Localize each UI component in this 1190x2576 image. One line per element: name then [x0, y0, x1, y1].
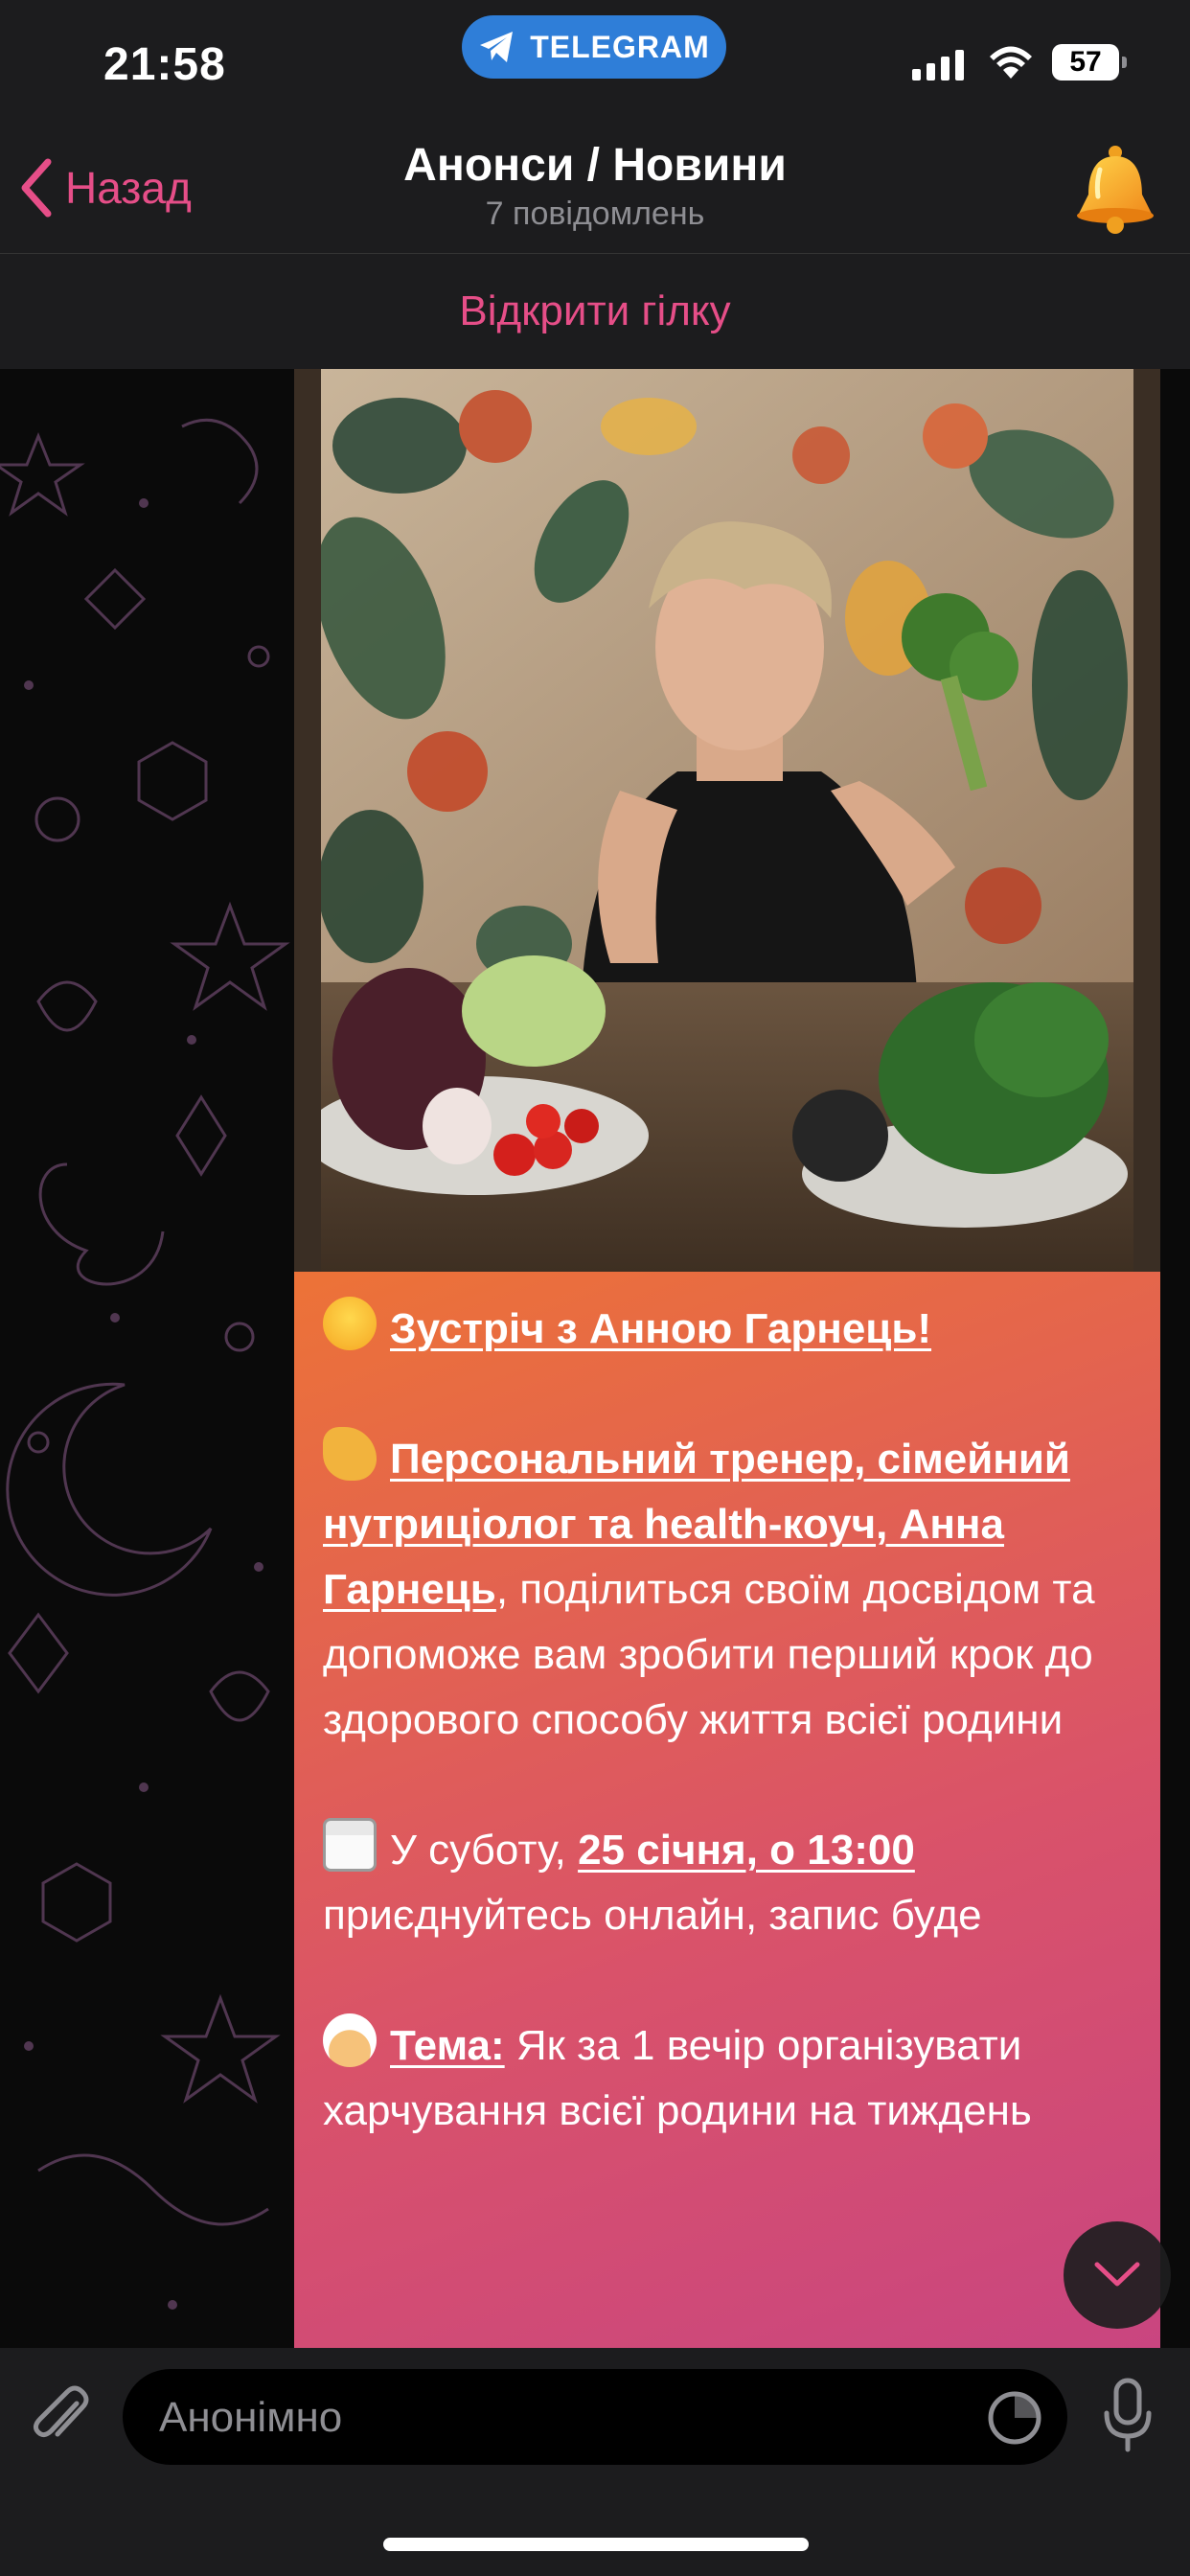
star-struck-emoji-icon: [323, 1297, 377, 1350]
signal-icon: [912, 48, 964, 80]
event-title-link[interactable]: Зустріч з Анною Гарнець!: [390, 1305, 931, 1352]
battery-level: 57: [1069, 46, 1102, 78]
open-thread-label: Відкрити гілку: [459, 288, 731, 334]
mic-icon[interactable]: [1102, 2377, 1154, 2453]
chat-area[interactable]: Зустріч з Анною Гарнець! Персональний тр…: [0, 369, 1190, 2348]
battery-icon: 57: [1052, 44, 1127, 80]
chevron-down-icon: [1094, 2262, 1140, 2287]
chat-title-area[interactable]: Анонси / Новини 7 повідомлень: [0, 139, 1190, 233]
wallpaper-doodles: [0, 418, 290, 2310]
attach-icon[interactable]: [29, 2382, 92, 2450]
telegram-pill[interactable]: TELEGRAM: [462, 15, 726, 79]
message-text: Зустріч з Анною Гарнець! Персональний тр…: [323, 1297, 1137, 2209]
bell-icon[interactable]: [1069, 141, 1161, 237]
wifi-icon: [990, 46, 1032, 79]
telegram-icon: [480, 32, 514, 62]
chat-header: Назад Анонси / Новини 7 повідомлень: [0, 129, 1190, 254]
status-bar: 21:58 TELEGRAM 57: [0, 0, 1190, 129]
calendar-emoji-icon: [323, 1818, 377, 1872]
home-indicator[interactable]: [383, 2538, 809, 2551]
cook-emoji-icon: [323, 2013, 377, 2067]
open-thread-bar[interactable]: Відкрити гілку: [0, 254, 1190, 369]
date-link[interactable]: 25 січня, о 13:00: [578, 1827, 915, 1874]
chat-title: Анонси / Новини: [403, 140, 787, 191]
chat-subtitle: 7 повідомлень: [485, 196, 705, 232]
message-photo[interactable]: [294, 369, 1160, 1272]
date-prefix: У суботу,: [390, 1827, 579, 1874]
sticker-icon[interactable]: [987, 2390, 1042, 2446]
message-input-placeholder: Анонімно: [159, 2394, 343, 2441]
date-rest: приєднуйтесь онлайн, запис буде: [323, 1892, 982, 1939]
flexed-biceps-emoji-icon: [323, 1427, 377, 1481]
status-time: 21:58: [103, 39, 226, 90]
photo-illustration: [294, 369, 1160, 1272]
topic-label[interactable]: Тема:: [390, 2022, 505, 2069]
message-input[interactable]: Анонімно: [123, 2369, 1067, 2465]
scroll-down-button[interactable]: [1064, 2221, 1171, 2329]
telegram-pill-label: TELEGRAM: [530, 29, 710, 64]
message-bubble[interactable]: Зустріч з Анною Гарнець! Персональний тр…: [294, 369, 1160, 2348]
